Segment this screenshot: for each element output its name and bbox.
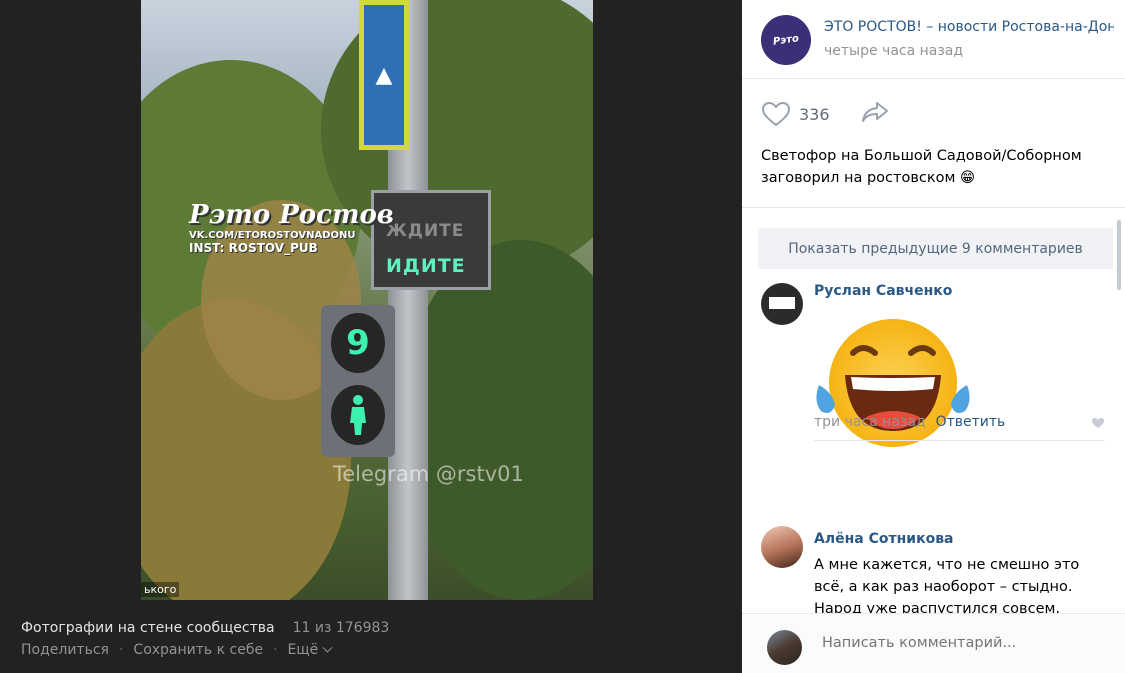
separator-dot: · [273,642,278,658]
chevron-down-icon [322,642,333,653]
post-actions: 336 [761,101,1106,127]
show-previous-comments-button[interactable]: Показать предыдущие 9 комментариев [758,228,1113,269]
sign-text-wait: ЖДИТЕ [386,221,465,241]
save-link[interactable]: Сохранить к себе [133,642,263,658]
comment-meta: три часа назад Ответить [814,414,1005,430]
post-text: Светофор на Большой Садовой/Соборном заг… [761,148,1082,186]
photo-watermark: Рэто Ростов VK.COM/ETOROSTOVNADONU INST:… [189,200,394,255]
post-time[interactable]: четыре часа назад [824,43,963,59]
post-panel: Рэто ЭТО РОСТОВ! – новости Ростова-на-До… [742,0,1125,673]
crosswalk-sign: ▲ [359,0,409,150]
watermark-vk: VK.COM/ETOROSTOVNADONU [189,230,356,241]
more-menu[interactable]: Ещё [287,642,333,658]
comment-divider [814,440,1105,441]
group-avatar[interactable]: Рэто [761,15,811,65]
viewer-footer: Фотографии на стене сообщества 11 из 176… [21,620,389,658]
comment-composer [742,613,1125,673]
sign-text-go: ИДИТЕ [386,255,466,277]
photo-corner-text: ького [141,582,180,597]
reply-link[interactable]: Ответить [936,414,1006,430]
more-label: Ещё [287,642,319,658]
pedestrian-traffic-light: 9 [321,305,395,457]
comment-item: Алёна Сотникова А мне кажется, что не см… [761,526,1105,615]
like-count: 336 [799,104,830,124]
comment-input[interactable] [822,635,1102,651]
share-link[interactable]: Поделиться [21,642,109,658]
comment-text: А мне кажется, что не смешно это всё, а … [814,557,1080,615]
share-button[interactable] [860,100,890,128]
comment-avatar[interactable] [761,526,803,568]
post-header: Рэто ЭТО РОСТОВ! – новости Ростова-на-До… [742,0,1125,79]
watermark-logo: Рэто Ростов [189,200,394,230]
foliage-shape [401,240,593,600]
like-button[interactable]: 336 [761,101,830,127]
walking-man-icon [331,385,385,445]
photo-viewer: ▲ ЖДИТЕ ИДИТЕ 9 Рэто Ростов VK.COM/ETORO… [0,0,742,673]
post-photo[interactable]: ▲ ЖДИТЕ ИДИТЕ 9 Рэто Ростов VK.COM/ETORO… [141,0,593,600]
comment-author[interactable]: Алёна Сотникова [814,531,954,547]
album-title[interactable]: Фотографии на стене сообщества [21,620,275,636]
group-name-link[interactable]: ЭТО РОСТОВ! – новости Ростова-на-Дону [824,19,1114,35]
current-user-avatar[interactable] [767,630,802,665]
group-logo-icon: Рэто [772,32,800,48]
comments-scrollbar[interactable] [1117,220,1121,290]
heart-icon [761,101,791,127]
comments-section: Показать предыдущие 9 комментариев Русла… [742,208,1125,615]
comment-like-icon[interactable] [1091,417,1105,429]
comment-item: Руслан Савченко три часа назад Ответить [761,283,1105,453]
telegram-watermark: Telegram @rstv01 [333,462,524,486]
photo-counter: 11 из 176983 [292,620,390,636]
watermark-inst: INST: ROSTOV_PUB [189,241,318,255]
avatar-logo-icon [769,297,795,309]
comment-time[interactable]: три часа назад [814,414,926,430]
countdown-display: 9 [331,313,385,373]
share-icon [861,102,888,122]
laughing-emoji-sticker [811,313,975,453]
post-body: 336 Светофор на Большой Садовой/Соборном… [742,79,1125,208]
separator-dot: · [118,642,124,658]
comment-avatar[interactable] [761,283,803,325]
comment-author[interactable]: Руслан Савченко [814,283,952,299]
